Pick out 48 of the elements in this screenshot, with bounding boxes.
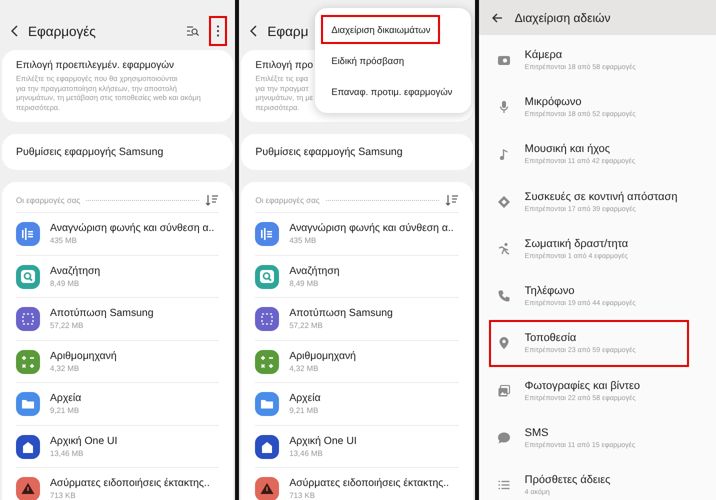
app-name: Αριθμομηχανή: [50, 350, 117, 362]
app-name: Αριθμομηχανή: [289, 350, 356, 362]
menu-item[interactable]: Διαχείριση δικαιωμάτων: [321, 15, 440, 44]
app-name: Αρχική One UI: [50, 436, 118, 447]
card-title: Επιλογή προεπιλεγμέν. εφαρμογών: [16, 60, 174, 71]
sort-icon[interactable]: [444, 194, 459, 206]
app-name: Αρχική One UI: [289, 436, 357, 447]
diamond-icon: [496, 194, 511, 209]
permission-name: Τοποθεσία: [524, 332, 578, 344]
permission-name: Πρόσθετες άδειες: [524, 474, 610, 486]
app-name: Αρχεία: [50, 393, 82, 404]
app-name: Ασύρματες ειδοποιήσεις έκτακτης..: [289, 478, 450, 490]
permission-name: Μικρόφωνο: [524, 96, 582, 108]
permission-name: Φωτογραφίες και βίντεο: [524, 380, 640, 392]
menu-item[interactable]: Ειδική πρόσβαση: [321, 46, 466, 75]
permission-name: Σωματική δραστ/τητα: [524, 238, 628, 250]
screen-title: Εφαρμ: [267, 24, 308, 38]
more-options-button[interactable]: [209, 16, 228, 46]
chat-bubble-icon: [496, 431, 511, 446]
permission-name: Συσκευές σε κοντινή απόσταση: [524, 190, 678, 203]
more-icon: [216, 24, 220, 38]
permission-name: Τηλέφωνο: [524, 285, 576, 298]
photos-icon: [496, 384, 511, 398]
app-name: Ασύρματες ειδοποιήσεις έκτακτης..: [50, 478, 210, 490]
running-figure-icon: [496, 242, 511, 256]
app-name: Αναγνώριση φωνής και σύνθεση α..: [289, 223, 454, 234]
card-title: Επιλογή προ: [255, 60, 314, 71]
section-label: Οι εφαρμογές σας: [255, 196, 320, 205]
app-name: Αποτύπωση Samsung: [50, 308, 154, 320]
permission-name: Μουσική και ήχος: [524, 143, 612, 156]
menu-item[interactable]: Επαναφ. προτιμ. εφαρμογών: [321, 77, 466, 106]
permission-name: SMS: [524, 427, 550, 440]
app-name: Αναζήτηση: [289, 266, 340, 277]
location-pin-icon: [496, 336, 511, 350]
samsung-settings-item[interactable]: Ρυθμίσεις εφαρμογής Samsung: [241, 134, 473, 170]
screen-title: Εφαρμογές: [28, 24, 96, 38]
screen-title: Διαχείριση αδειών: [514, 10, 610, 24]
app-name: Αρχεία: [289, 393, 321, 404]
app-name: Αποτύπωση Samsung: [289, 308, 393, 320]
phone-icon: [496, 289, 511, 304]
sort-icon[interactable]: [205, 194, 220, 206]
section-label: Οι εφαρμογές σας: [16, 196, 80, 205]
app-name: Αναγνώριση φωνής και σύνθεση α..: [50, 223, 214, 234]
permission-name: Κάμερα: [524, 48, 564, 61]
app-name: Αναζήτηση: [50, 266, 100, 277]
search-icon: [186, 25, 200, 37]
samsung-settings-item[interactable]: Ρυθμίσεις εφαρμογής Samsung: [2, 134, 234, 170]
back-arrow-icon[interactable]: [490, 12, 503, 24]
